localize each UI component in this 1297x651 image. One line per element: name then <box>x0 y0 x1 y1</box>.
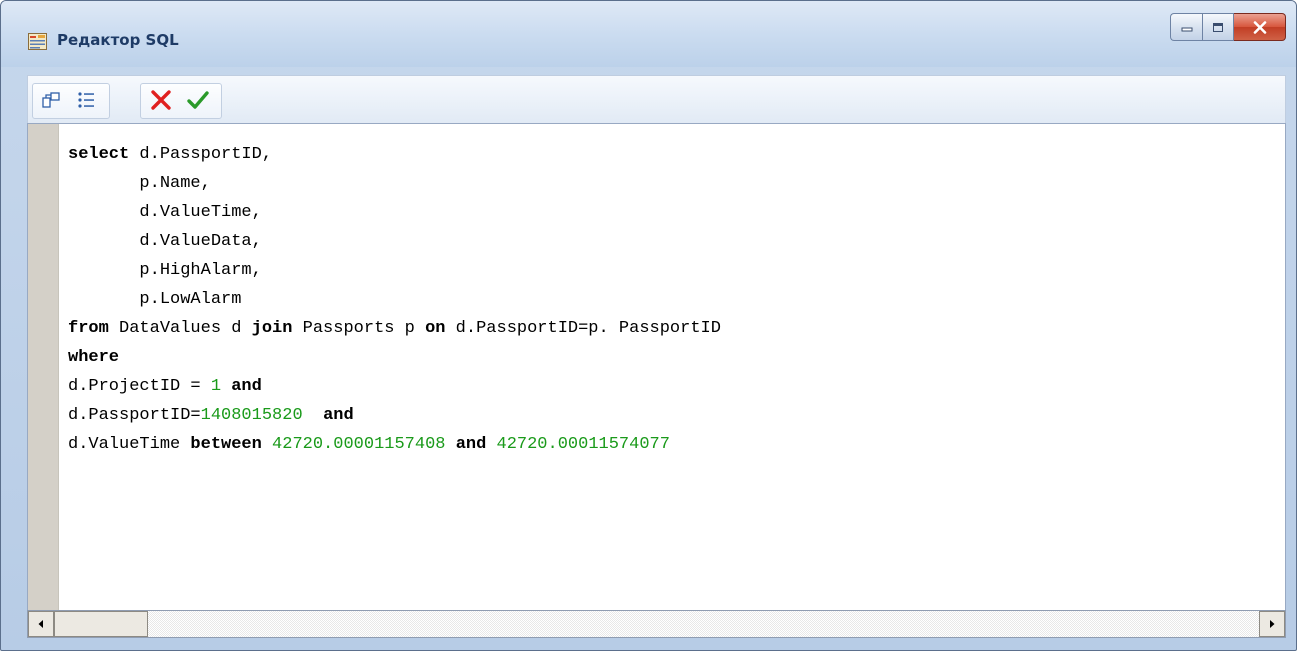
scroll-left-button[interactable] <box>28 611 54 637</box>
sql-editor-window: Редактор SQL select d.PassportID, p.Name… <box>0 0 1297 651</box>
sql-keyword: between <box>190 435 262 454</box>
code-line: d.ValueTime, <box>68 198 721 227</box>
arrow-right-icon <box>1270 620 1275 628</box>
sql-code[interactable]: select d.PassportID, p.Name, d.ValueTime… <box>68 140 721 459</box>
horizontal-scrollbar[interactable] <box>27 610 1286 638</box>
cancel-button[interactable] <box>145 84 177 116</box>
code-line: p.Name, <box>68 169 721 198</box>
sql-keyword: where <box>68 348 120 367</box>
sql-text: d.PassportID=p. PassportID <box>445 319 721 338</box>
editor-gutter <box>28 124 58 610</box>
window-title: Редактор SQL <box>57 31 179 49</box>
close-icon <box>1253 20 1266 34</box>
app-icon <box>28 33 47 50</box>
maximize-icon <box>1213 22 1223 32</box>
code-line: where <box>68 343 721 372</box>
code-line: from DataValues d join Passports p on d.… <box>68 314 721 343</box>
sql-text: p.HighAlarm, <box>68 261 262 280</box>
apply-check-icon <box>187 91 209 109</box>
sql-editor[interactable]: select d.PassportID, p.Name, d.ValueTime… <box>27 123 1286 611</box>
scroll-right-button[interactable] <box>1259 611 1285 637</box>
scroll-thumb[interactable] <box>54 611 148 637</box>
sql-text: d.ProjectID = <box>68 377 211 396</box>
sql-text: p.LowAlarm <box>68 290 242 309</box>
sql-text: d.PassportID, <box>129 145 273 164</box>
code-line: d.ValueTime between 42720.00001157408 an… <box>68 430 721 459</box>
sql-number: 42720.00011574077 <box>496 435 670 454</box>
title-bar[interactable]: Редактор SQL <box>1 1 1296 67</box>
sql-text: d.PassportID= <box>68 406 201 425</box>
code-line: select d.PassportID, <box>68 140 721 169</box>
code-line: d.PassportID=1408015820 and <box>68 401 721 430</box>
sql-keyword: and <box>323 406 354 425</box>
format-sql-button[interactable] <box>35 84 67 116</box>
code-line: p.LowAlarm <box>68 285 721 314</box>
close-button[interactable] <box>1234 13 1286 41</box>
apply-button[interactable] <box>182 84 214 116</box>
sql-keyword: select <box>68 145 130 164</box>
sql-keyword: and <box>231 377 262 396</box>
sql-keyword: and <box>455 435 487 454</box>
minimize-button[interactable] <box>1170 13 1202 41</box>
list-icon <box>78 92 94 108</box>
sql-keyword: from <box>68 319 109 338</box>
sql-text: d.ValueData, <box>68 232 262 251</box>
gutter-divider <box>58 124 59 610</box>
format-sql-icon <box>42 92 60 108</box>
sql-number: 1408015820 <box>200 406 303 425</box>
minimize-icon <box>1181 27 1192 32</box>
sql-keyword: join <box>251 319 293 338</box>
code-line: d.ProjectID = 1 and <box>68 372 721 401</box>
code-line: p.HighAlarm, <box>68 256 721 285</box>
sql-keyword: on <box>425 319 446 338</box>
code-line: d.ValueData, <box>68 227 721 256</box>
sql-text: Passports p <box>292 319 426 338</box>
cancel-icon <box>151 90 171 110</box>
sql-text: p.Name, <box>68 174 211 193</box>
toolbar <box>27 75 1286 124</box>
list-button[interactable] <box>70 84 102 116</box>
sql-text: d.ValueTime, <box>68 203 262 222</box>
maximize-button[interactable] <box>1202 13 1234 41</box>
arrow-left-icon <box>38 620 43 628</box>
sql-number: 1 <box>210 377 222 396</box>
sql-text: DataValues d <box>108 319 252 338</box>
sql-number: 42720.00001157408 <box>272 435 446 454</box>
sql-text: d.ValueTime <box>68 435 191 454</box>
